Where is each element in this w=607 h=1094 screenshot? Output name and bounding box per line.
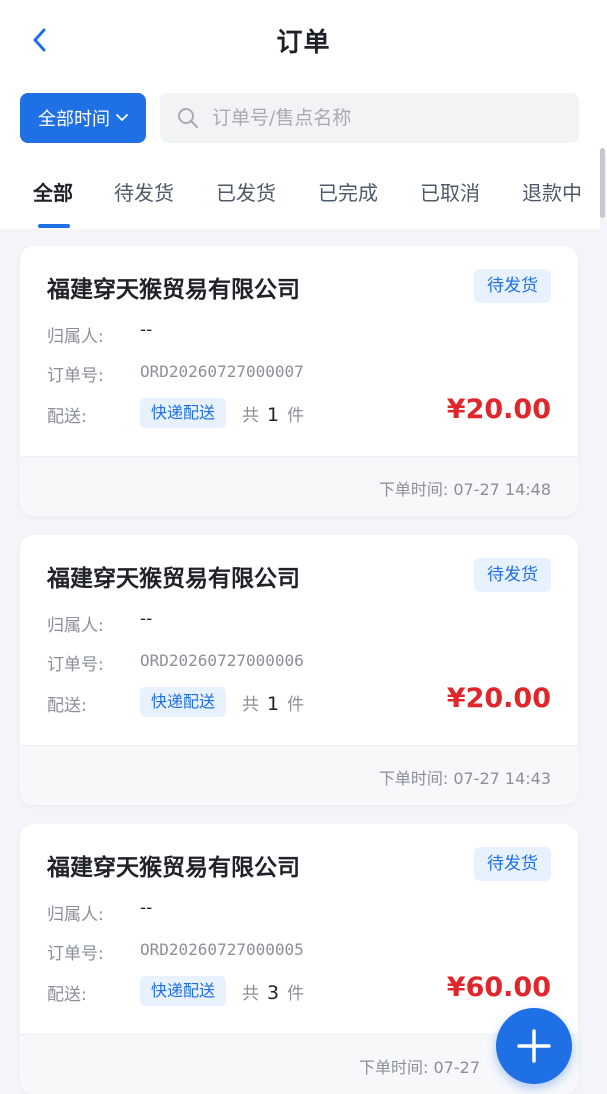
qty-suffix: 件 [287, 984, 305, 1004]
delivery-tag: 快递配送 [140, 687, 227, 717]
company-name: 福建穿天猴贸易有限公司 [47, 855, 300, 881]
card-footer: 下单时间: 07-27 14:43 [20, 745, 578, 805]
filter-bar: 全部时间 [0, 80, 607, 155]
order-no-label: 订单号: [47, 944, 104, 964]
qty-prefix: 共 [242, 984, 259, 1004]
delivery-label: 配送: [47, 407, 87, 427]
time-label: 下单时间: [378, 769, 449, 788]
status-badge: 待发货 [474, 558, 551, 592]
company-name: 福建穿天猴贸易有限公司 [47, 566, 300, 592]
time-label: 下单时间: [378, 480, 449, 499]
order-no-value: ORD20260727000006 [140, 651, 304, 670]
qty-value: 1 [267, 693, 280, 715]
tab-refunding[interactable]: 退款中 [522, 177, 582, 206]
order-time: 下单时间: 07-27 14:48 [379, 476, 551, 500]
owner-value: -- [140, 320, 153, 340]
delivery-label: 配送: [47, 985, 87, 1005]
add-order-button[interactable] [496, 1008, 572, 1084]
qty-value: 1 [267, 404, 280, 426]
order-no-label: 订单号: [47, 655, 104, 675]
order-time: 下单时间: 07-27 14:43 [379, 765, 551, 789]
order-no-value: ORD20260727000005 [140, 940, 304, 959]
status-tabs: 全部 待发货 已发货 已完成 已取消 退款中 [0, 155, 600, 229]
order-price: ¥20.00 [446, 683, 551, 714]
search-input[interactable] [210, 106, 574, 130]
qty-prefix: 共 [242, 406, 259, 426]
chevron-down-icon [116, 114, 128, 122]
quantity: 共1件 [242, 690, 304, 715]
search-box[interactable] [160, 93, 579, 143]
tab-all[interactable]: 全部 [33, 177, 73, 206]
qty-value: 3 [267, 982, 280, 1004]
time-label: 下单时间: [359, 1058, 429, 1077]
card-footer: 下单时间: 07-27 14:48 [20, 456, 578, 516]
time-value: 07-27 [433, 1058, 481, 1077]
order-price: ¥60.00 [446, 972, 551, 1003]
status-badge: 待发货 [474, 847, 551, 881]
owner-label: 归属人: [47, 616, 104, 636]
delivery-tag: 快递配送 [140, 398, 227, 428]
order-card[interactable]: 福建穿天猴贸易有限公司 待发货 归属人: -- 订单号: ORD20260727… [20, 535, 578, 805]
order-time: 下单时间: 07-27 [359, 1054, 480, 1078]
card-footer: 下单时间: 07-27 [20, 1034, 578, 1094]
quantity: 共1件 [242, 401, 304, 426]
qty-suffix: 件 [287, 695, 305, 715]
time-value: 07-27 14:43 [453, 769, 551, 788]
owner-value: -- [140, 898, 153, 918]
order-no-label: 订单号: [47, 366, 104, 386]
time-filter-label: 全部时间 [38, 109, 110, 130]
qty-suffix: 件 [287, 406, 305, 426]
plus-icon [517, 1029, 551, 1063]
search-icon [176, 106, 200, 130]
owner-label: 归属人: [47, 905, 104, 925]
company-name: 福建穿天猴贸易有限公司 [47, 277, 300, 303]
owner-value: -- [140, 609, 153, 629]
time-filter-button[interactable]: 全部时间 [20, 93, 146, 143]
order-card[interactable]: 福建穿天猴贸易有限公司 待发货 归属人: -- 订单号: ORD20260727… [20, 824, 578, 1094]
tab-shipped[interactable]: 已发货 [216, 177, 276, 206]
tab-indicator [38, 224, 70, 228]
qty-prefix: 共 [242, 695, 259, 715]
order-price: ¥20.00 [446, 394, 551, 425]
time-value: 07-27 14:48 [453, 480, 551, 499]
tab-completed[interactable]: 已完成 [318, 177, 378, 206]
delivery-label: 配送: [47, 696, 87, 716]
tab-cancelled[interactable]: 已取消 [420, 177, 480, 206]
page-title: 订单 [276, 28, 331, 58]
delivery-tag: 快递配送 [140, 976, 227, 1006]
tab-pending-shipment[interactable]: 待发货 [114, 177, 174, 206]
status-badge: 待发货 [474, 269, 551, 303]
owner-label: 归属人: [47, 327, 104, 347]
scrollbar[interactable] [600, 148, 605, 218]
order-no-value: ORD20260727000007 [140, 362, 304, 381]
order-card[interactable]: 福建穿天猴贸易有限公司 待发货 归属人: -- 订单号: ORD20260727… [20, 246, 578, 516]
header: 订单 [0, 0, 607, 81]
quantity: 共3件 [242, 979, 304, 1004]
